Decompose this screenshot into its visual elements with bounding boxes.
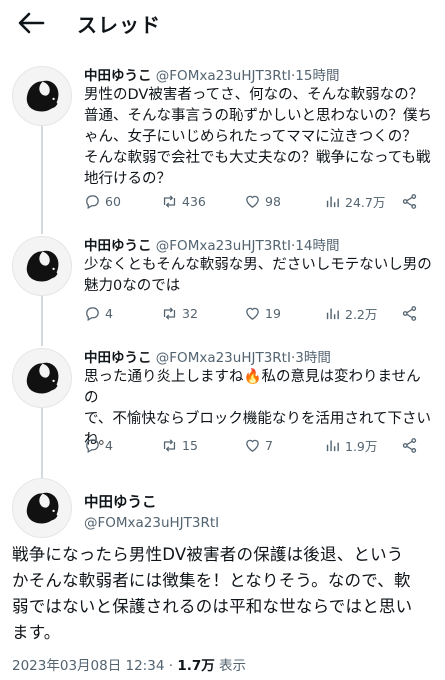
text-line: 地行けるの？ xyxy=(84,171,171,187)
like-button[interactable]: 98 xyxy=(244,191,281,211)
reply-icon xyxy=(86,306,99,321)
reply-button[interactable]: 4 xyxy=(84,435,113,455)
share-button[interactable] xyxy=(401,303,422,323)
analytics-icon xyxy=(326,308,339,319)
text-line: 戦争になったら男性DV被害者の保護は後退、という xyxy=(12,545,404,564)
heart-icon xyxy=(246,439,259,452)
views-button[interactable]: 2.2万 xyxy=(324,303,377,323)
squirrel-icon xyxy=(26,80,59,112)
squirrel-icon xyxy=(26,362,59,394)
retweet-count: 32 xyxy=(182,305,198,321)
like-button[interactable]: 7 xyxy=(244,435,273,455)
author-handle[interactable]: @FOMxa23uHJT3RtI xyxy=(156,238,291,254)
retweet-button[interactable]: 436 xyxy=(161,191,206,211)
text-line: ゃん、女子にいじめられたってママに泣きつくの？ xyxy=(84,129,417,145)
reply-count: 60 xyxy=(105,193,121,209)
thread-line xyxy=(41,126,43,234)
squirrel-icon xyxy=(26,250,59,282)
retweet-icon xyxy=(163,194,176,208)
retweet-button[interactable]: 15 xyxy=(161,435,198,455)
retweet-button[interactable]: 32 xyxy=(161,303,198,323)
reply-button[interactable]: 4 xyxy=(84,303,113,323)
arrow-left-icon[interactable] xyxy=(16,10,46,36)
view-count: 24.7万 xyxy=(345,194,386,210)
page-title: スレッド xyxy=(77,13,161,37)
timestamp[interactable]: 3時間 xyxy=(295,350,331,366)
avatar[interactable] xyxy=(12,66,72,126)
retweet-icon xyxy=(163,438,176,452)
tweet-text: 戦争になったら男性DV被害者の保護は後退、という かそんな軟弱者には徴集を！とな… xyxy=(12,542,437,646)
author-handle[interactable]: @FOMxa23uHJT3RtI xyxy=(156,68,291,84)
timestamp[interactable]: 2023年03月08日 12:34 xyxy=(12,658,164,674)
views-button[interactable]: 24.7万 xyxy=(324,191,385,211)
author-handle[interactable]: @FOMxa23uHJT3RtI xyxy=(156,350,291,366)
share-button[interactable] xyxy=(401,191,422,211)
retweet-count: 15 xyxy=(182,437,198,453)
views-label: 表示 xyxy=(219,658,247,674)
text-line: 魅力0なのでは xyxy=(84,278,181,294)
analytics-icon xyxy=(326,196,339,207)
action-bar: 60 436 98 24.7万 xyxy=(84,191,434,211)
author-name[interactable]: 中田ゆうこ xyxy=(84,68,152,84)
author-name[interactable]: 中田ゆうこ xyxy=(84,238,152,254)
text-line: ます。 xyxy=(12,623,61,642)
avatar[interactable] xyxy=(12,478,72,538)
text-line: 少なくともそんな軟弱な男、ださいしモテないし男の xyxy=(84,257,432,273)
text-line: 弱ではないと保護されるのは平和な世ならではと思い xyxy=(12,597,413,616)
text-line: 男性のDV被害者ってさ、何なの、そんな軟弱なの？ xyxy=(84,87,424,103)
action-bar: 4 15 7 1.9万 xyxy=(84,435,434,455)
share-button[interactable] xyxy=(401,435,422,455)
thread-line xyxy=(41,408,43,478)
text-line: で、不愉快ならブロック機能なりを活用されて下さい xyxy=(84,411,431,427)
avatar[interactable] xyxy=(12,236,72,296)
thread-line xyxy=(41,296,43,346)
action-bar: 4 32 19 2.2万 xyxy=(84,303,434,323)
top-bar: スレッド xyxy=(0,0,445,50)
heart-icon xyxy=(246,307,259,320)
text-line: かそんな軟弱者には徴集を！となりそう。なので、軟 xyxy=(12,571,411,590)
view-count: 2.2万 xyxy=(345,306,378,322)
reply-icon xyxy=(86,438,99,453)
author-name[interactable]: 中田ゆうこ xyxy=(84,491,157,512)
heart-icon xyxy=(246,195,259,208)
timestamp[interactable]: 14時間 xyxy=(295,238,339,254)
timestamp[interactable]: 15時間 xyxy=(295,68,339,84)
reply-count: 4 xyxy=(105,305,113,321)
retweet-icon xyxy=(163,306,176,320)
retweet-count: 436 xyxy=(182,193,206,209)
text-line: そんな軟弱で会社でも大丈夫なの？戦争になっても戦 xyxy=(84,150,431,166)
reply-count: 4 xyxy=(105,437,113,453)
like-count: 7 xyxy=(265,437,273,453)
like-count: 19 xyxy=(265,305,281,321)
share-icon xyxy=(402,305,417,321)
tweet-text: 少なくともそんな軟弱な男、ださいしモテないし男の 魅力0なのでは xyxy=(84,255,434,297)
view-count: 1.9万 xyxy=(345,438,378,454)
avatar[interactable] xyxy=(12,348,72,408)
view-count: 1.7万 xyxy=(177,658,215,674)
like-count: 98 xyxy=(265,193,281,209)
like-button[interactable]: 19 xyxy=(244,303,281,323)
text-line: 思った通り炎上しますね🔥私の意見は変わりませんの xyxy=(84,369,421,406)
share-icon xyxy=(402,437,417,453)
squirrel-icon xyxy=(26,492,59,524)
share-icon xyxy=(402,193,417,209)
tweet-meta: 2023年03月08日 12:34 · 1.7万 表示 xyxy=(12,654,246,674)
author-handle[interactable]: @FOMxa23uHJT3RtI xyxy=(84,515,219,531)
text-line: 普通、そんな事言うの恥ずかしいと思わないの？僕ち xyxy=(84,108,432,124)
reply-icon xyxy=(86,194,99,209)
tweet-text: 男性のDV被害者ってさ、何なの、そんな軟弱なの？ 普通、そんな事言うの恥ずかしい… xyxy=(84,85,434,190)
author-name[interactable]: 中田ゆうこ xyxy=(84,350,152,366)
analytics-icon xyxy=(326,440,339,451)
reply-button[interactable]: 60 xyxy=(84,191,121,211)
views-button[interactable]: 1.9万 xyxy=(324,435,377,455)
